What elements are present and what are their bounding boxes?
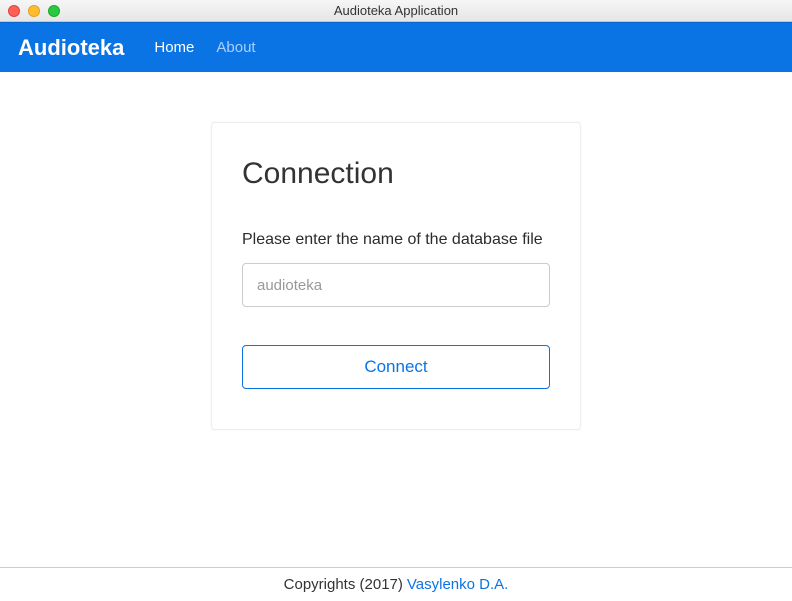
nav-home[interactable]: Home xyxy=(154,39,194,56)
database-name-input[interactable] xyxy=(242,263,550,307)
connect-button[interactable]: Connect xyxy=(242,345,550,389)
footer-copyright: Copyrights (2017) xyxy=(284,576,403,593)
minimize-window-button[interactable] xyxy=(28,5,40,17)
footer: Copyrights (2017) Vasylenko D.A. xyxy=(0,567,792,601)
navbar: Audioteka Home About xyxy=(0,22,792,72)
connection-card: Connection Please enter the name of the … xyxy=(211,122,581,430)
maximize-window-button[interactable] xyxy=(48,5,60,17)
card-heading: Connection xyxy=(242,157,550,191)
footer-author-link[interactable]: Vasylenko D.A. xyxy=(407,576,508,593)
window-titlebar: Audioteka Application xyxy=(0,0,792,22)
close-window-button[interactable] xyxy=(8,5,20,17)
window-title: Audioteka Application xyxy=(0,3,792,18)
prompt-text: Please enter the name of the database fi… xyxy=(242,231,550,249)
brand-label: Audioteka xyxy=(18,35,124,61)
nav-about[interactable]: About xyxy=(216,39,255,56)
content-area: Connection Please enter the name of the … xyxy=(0,72,792,567)
traffic-lights xyxy=(8,5,60,17)
